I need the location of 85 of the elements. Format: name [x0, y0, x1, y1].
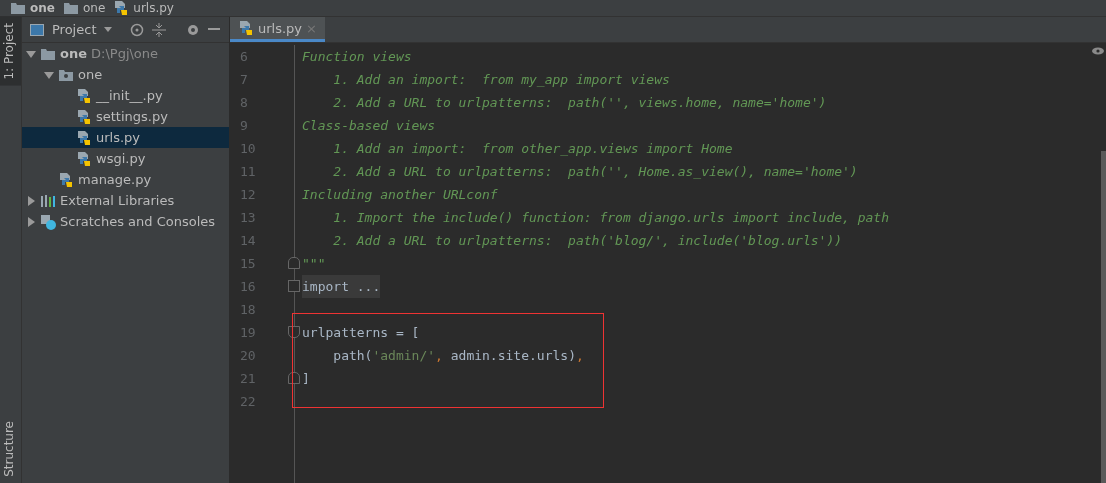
line-number: 18 — [239, 301, 257, 319]
settings-icon[interactable] — [186, 22, 201, 37]
folder-icon — [62, 1, 79, 15]
expand-arrow-icon[interactable] — [26, 195, 36, 206]
fold-marker-icon[interactable] — [288, 257, 300, 269]
tree-item[interactable]: urls.py — [22, 127, 229, 148]
eye-icon[interactable] — [1092, 47, 1104, 55]
structure-tool-tab[interactable]: Structure — [0, 415, 21, 483]
collapse-arrow-icon[interactable] — [44, 69, 54, 80]
tree-item-label: manage.py — [78, 172, 152, 187]
line-number: 20 — [239, 347, 257, 365]
line-number: 13 — [239, 209, 257, 227]
code-comment: 1. Add an import: from my_app import views — [332, 71, 670, 89]
code-text: admin.site.urls) — [449, 347, 576, 365]
tree-item-label: External Libraries — [60, 193, 175, 208]
tree-item[interactable]: manage.py — [22, 169, 229, 190]
code-comment: Function views — [302, 48, 412, 66]
line-number: 10 — [239, 140, 257, 158]
tree-item-label: wsgi.py — [96, 151, 146, 166]
code-text: , — [435, 347, 443, 365]
panel-title[interactable]: Project — [52, 22, 97, 37]
code-text: urlpatterns = [ — [302, 324, 420, 342]
tree-item[interactable]: External Libraries — [22, 190, 229, 211]
collapse-all-icon[interactable] — [152, 22, 167, 37]
breadcrumb[interactable]: urls.py — [113, 0, 174, 16]
code-text: path( — [332, 347, 373, 365]
dropdown-caret-icon[interactable] — [104, 27, 113, 32]
scratches-icon — [40, 213, 56, 230]
python-file-icon — [76, 108, 92, 125]
line-number: 22 — [239, 393, 257, 411]
python-file-icon — [76, 87, 92, 104]
tree-item-label: __init__.py — [96, 88, 163, 103]
python-file-icon — [76, 129, 92, 146]
tree-item-label: one — [78, 67, 103, 82]
line-number: 6 — [239, 48, 249, 66]
tree-item[interactable]: __init__.py — [22, 85, 229, 106]
code-text: ] — [302, 370, 310, 388]
code-text: import ... — [302, 275, 381, 298]
tree-item-label: urls.py — [96, 130, 141, 145]
editor-tab[interactable]: urls.py × — [230, 17, 325, 42]
code-comment: Including another URLconf — [302, 186, 498, 204]
folder-icon — [40, 46, 56, 61]
path-hint: D:\Pgj\one — [91, 46, 159, 61]
tree-item-label: Scratches and Consoles — [60, 214, 216, 229]
scrollbar[interactable] — [1101, 151, 1106, 483]
code-comment: 1. Add an import: from other_app.views import Home — [332, 140, 733, 158]
breadcrumb[interactable]: one — [62, 0, 106, 16]
code-comment: 2. Add a URL to urlpatterns: path('blog/', include('blog.urls')) — [332, 232, 843, 250]
python-file-icon — [113, 0, 130, 16]
code-comment: Class-based views — [302, 117, 436, 135]
tree-item[interactable]: settings.py — [22, 106, 229, 127]
crosshair-icon[interactable] — [130, 22, 145, 37]
line-number: 12 — [239, 186, 257, 204]
code-comment: 1. Import the include() function: from django.urls import include, path — [332, 209, 889, 227]
breadcrumb[interactable]: one — [10, 0, 55, 16]
python-file-icon — [58, 171, 74, 188]
tree-item[interactable]: one — [22, 64, 229, 85]
line-number: 15 — [230, 252, 294, 275]
python-file-icon — [76, 150, 92, 167]
code-text: , — [575, 347, 584, 365]
line-number: 16 — [230, 275, 294, 298]
line-number: 11 — [239, 163, 257, 181]
line-number: 8 — [239, 94, 249, 112]
project-view-icon — [30, 23, 44, 36]
tree-item-label: settings.py — [96, 109, 168, 124]
package-folder-icon — [58, 67, 74, 82]
tree-item[interactable]: one D:\Pgj\one — [22, 43, 229, 64]
code-comment: 2. Add a URL to urlpatterns: path('', views.home, name='home') — [332, 94, 827, 112]
project-tool-tab[interactable]: 1: Project — [0, 17, 21, 86]
folder-icon — [10, 1, 26, 15]
line-number: 7 — [239, 71, 249, 89]
minimize-icon[interactable] — [208, 28, 221, 31]
tree-item[interactable]: wsgi.py — [22, 148, 229, 169]
line-number: 9 — [239, 117, 249, 135]
code-text: 'admin/' — [372, 347, 436, 365]
collapse-arrow-icon[interactable] — [26, 48, 36, 59]
libraries-icon — [40, 193, 56, 208]
tree-item[interactable]: Scratches and Consoles — [22, 211, 229, 232]
expand-fold-icon[interactable] — [288, 280, 300, 292]
expand-arrow-icon[interactable] — [26, 216, 36, 227]
code-comment: """ — [302, 255, 326, 273]
code-comment: 2. Add a URL to urlpatterns: path('', Home.as_view(), name='home') — [332, 163, 858, 181]
tree-item-label: one — [60, 46, 87, 61]
python-file-icon — [238, 20, 254, 36]
line-number: 14 — [239, 232, 257, 250]
